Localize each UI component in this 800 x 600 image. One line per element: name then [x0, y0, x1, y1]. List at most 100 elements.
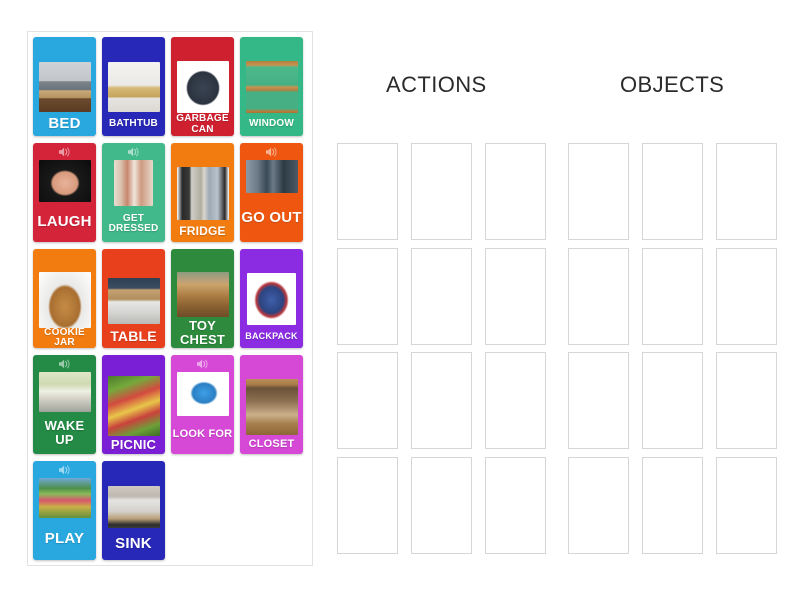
picture-tile[interactable]: BATHTUB	[102, 37, 165, 136]
dropzone-actions-r4c1[interactable]	[337, 457, 398, 554]
picture-tile[interactable]: GO OUT	[240, 143, 303, 242]
dropzone-objects-r4c1[interactable]	[568, 457, 629, 554]
dropzone-objects-r4c3[interactable]	[716, 457, 777, 554]
dropzone-actions-r1c1[interactable]	[337, 143, 398, 240]
tile-label: LAUGH	[37, 213, 92, 231]
picture-tile[interactable]: PLAY	[33, 461, 96, 560]
tile-thumbnail	[107, 486, 160, 528]
tile-label: CLOSET	[248, 437, 295, 450]
tile-source-panel: BED BATHTUB GARBAGE CAN WINDOW LAUGH GET DRES…	[27, 31, 313, 566]
picture-tile[interactable]: CLOSET	[240, 355, 303, 454]
dropzone-actions-r3c1[interactable]	[337, 352, 398, 449]
tile-label: PLAY	[44, 530, 85, 548]
speaker-slot-empty	[102, 461, 165, 478]
picture-tile[interactable]: PICNIC	[102, 355, 165, 454]
speaker-icon[interactable]	[33, 461, 96, 478]
tile-label: GET DRESSED	[108, 212, 159, 234]
dropzone-actions-r1c3[interactable]	[485, 143, 546, 240]
dropzone-objects-r2c2[interactable]	[642, 248, 703, 345]
tile-thumbnail	[176, 372, 229, 416]
speaker-slot-empty	[102, 355, 165, 372]
dropzone-actions-r4c3[interactable]	[485, 457, 546, 554]
tile-label: PICNIC	[110, 437, 157, 453]
tile-thumbnail	[38, 272, 91, 328]
tile-thumbnail	[107, 376, 160, 436]
dropzone-objects-r4c2[interactable]	[642, 457, 703, 554]
dropzone-objects-r3c3[interactable]	[716, 352, 777, 449]
dropzone-actions-r3c3[interactable]	[485, 352, 546, 449]
tile-label: GARBAGE CAN	[176, 113, 229, 135]
picture-tile[interactable]: BACKPACK	[240, 249, 303, 348]
speaker-icon[interactable]	[171, 355, 234, 372]
picture-tile[interactable]: LAUGH	[33, 143, 96, 242]
tile-thumbnail	[176, 167, 229, 220]
tile-label: TABLE	[110, 327, 157, 344]
tile-thumbnail	[176, 272, 229, 317]
dropzone-objects-r3c2[interactable]	[642, 352, 703, 449]
dropzone-objects-r1c1[interactable]	[568, 143, 629, 240]
speaker-icon[interactable]	[33, 355, 96, 372]
tile-label: BED	[48, 115, 81, 133]
dropzone-actions-r4c2[interactable]	[411, 457, 472, 554]
dropzone-actions-r1c2[interactable]	[411, 143, 472, 240]
group-title-objects: OBJECTS	[620, 72, 725, 97]
speaker-icon[interactable]	[240, 143, 303, 160]
tile-label: GO OUT	[241, 208, 302, 226]
speaker-icon[interactable]	[33, 143, 96, 160]
tile-grid: BED BATHTUB GARBAGE CAN WINDOW LAUGH GET DRES…	[33, 37, 312, 567]
tile-label: FRIDGE	[179, 223, 226, 238]
picture-tile[interactable]: SINK	[102, 461, 165, 560]
dropzone-actions-r2c3[interactable]	[485, 248, 546, 345]
speaker-slot-empty	[240, 37, 303, 54]
tile-label: TOY CHEST	[179, 317, 226, 347]
speaker-slot-empty	[171, 143, 234, 160]
tile-thumbnail	[38, 160, 91, 202]
speaker-icon[interactable]	[102, 143, 165, 160]
dropzone-actions-r2c2[interactable]	[411, 248, 472, 345]
dropzone-actions-r2c1[interactable]	[337, 248, 398, 345]
picture-tile[interactable]: GARBAGE CAN	[171, 37, 234, 136]
tile-thumbnail	[107, 278, 160, 324]
tile-thumbnail	[245, 379, 298, 435]
dropzone-objects-r3c1[interactable]	[568, 352, 629, 449]
group-title-actions: ACTIONS	[386, 72, 487, 97]
tile-label: SINK	[115, 535, 152, 553]
tile-thumbnail	[38, 62, 91, 112]
dropzone-objects-r2c1[interactable]	[568, 248, 629, 345]
dropzone-actions-r3c2[interactable]	[411, 352, 472, 449]
tile-label: COOKIE JAR	[44, 327, 85, 348]
dropzone-objects-r2c3[interactable]	[716, 248, 777, 345]
speaker-slot-empty	[33, 249, 96, 266]
tile-thumbnail	[38, 478, 91, 518]
tile-thumbnail	[245, 61, 298, 113]
tile-label: WAKE UP	[44, 418, 85, 447]
picture-tile[interactable]: TOY CHEST	[171, 249, 234, 348]
picture-tile[interactable]: WAKE UP	[33, 355, 96, 454]
speaker-slot-empty	[171, 37, 234, 54]
picture-tile[interactable]: WINDOW	[240, 37, 303, 136]
speaker-slot-empty	[240, 249, 303, 266]
picture-tile[interactable]: TABLE	[102, 249, 165, 348]
tile-thumbnail	[114, 160, 153, 206]
tile-thumbnail	[176, 61, 229, 113]
speaker-slot-empty	[33, 37, 96, 54]
tile-label: BACKPACK	[245, 330, 298, 341]
tile-thumbnail	[107, 62, 160, 112]
tile-label: LOOK FOR	[172, 428, 233, 441]
tile-thumbnail	[245, 160, 298, 193]
speaker-slot-empty	[171, 249, 234, 266]
dropzone-objects-r1c2[interactable]	[642, 143, 703, 240]
tile-thumbnail	[247, 273, 296, 325]
activity-canvas: BED BATHTUB GARBAGE CAN WINDOW LAUGH GET DRES…	[0, 0, 800, 600]
picture-tile[interactable]: LOOK FOR	[171, 355, 234, 454]
speaker-slot-empty	[102, 37, 165, 54]
tile-label: WINDOW	[248, 118, 295, 130]
picture-tile[interactable]: FRIDGE	[171, 143, 234, 242]
tile-label: BATHTUB	[109, 117, 158, 129]
dropzone-objects-r1c3[interactable]	[716, 143, 777, 240]
picture-tile[interactable]: BED	[33, 37, 96, 136]
tile-thumbnail	[38, 372, 91, 412]
picture-tile[interactable]: COOKIE JAR	[33, 249, 96, 348]
speaker-slot-empty	[240, 355, 303, 372]
picture-tile[interactable]: GET DRESSED	[102, 143, 165, 242]
